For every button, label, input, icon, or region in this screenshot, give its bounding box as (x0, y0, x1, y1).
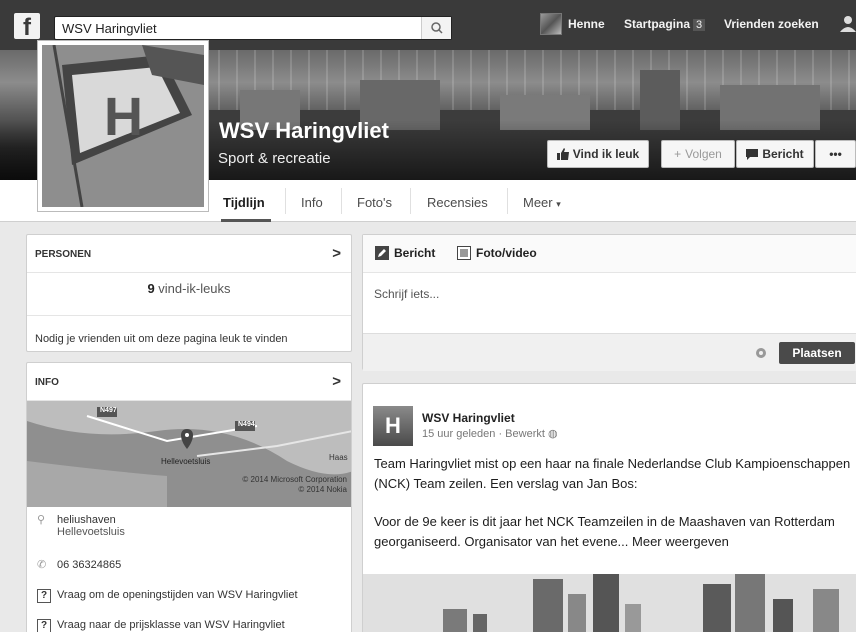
facebook-logo-icon[interactable]: f (14, 13, 40, 41)
svg-text:H: H (104, 87, 143, 147)
thumbs-up-icon (556, 148, 569, 160)
search-icon (431, 22, 443, 34)
map-town-label: Haas (329, 453, 348, 462)
tab-reviews[interactable]: Recensies (427, 195, 488, 210)
phone-row[interactable]: ✆ 06 36324865 (37, 558, 121, 571)
nav-home-label: Startpagina (624, 17, 691, 31)
nav-home[interactable]: Startpagina 3 (624, 17, 706, 31)
people-card: PERSONEN > 9 vind-ik-leuks Nodig je vrie… (26, 234, 352, 352)
post-author-name[interactable]: WSV Haringvliet (422, 411, 515, 425)
message-icon (746, 148, 759, 160)
post-timestamp: 15 uur geleden · Bewerkt (422, 428, 545, 440)
phone-number: 06 36324865 (57, 559, 122, 571)
people-card-title: PERSONEN (35, 249, 92, 260)
composer-tab-post-label: Bericht (394, 246, 436, 260)
composer-input[interactable]: Schrijf iets... (374, 287, 439, 301)
tab-divider (507, 188, 508, 214)
tab-photos[interactable]: Foto's (357, 195, 392, 210)
composer-footer: Plaatsen (363, 333, 856, 371)
composer-tab-post[interactable]: Bericht (375, 246, 435, 260)
ask-hours-label: Vraag om de openingstijden van WSV Harin… (57, 589, 298, 601)
chevron-right-icon: > (332, 245, 341, 262)
profile-flag-image: H (42, 45, 204, 207)
invite-friends-link[interactable]: Nodig je vrienden uit om deze pagina leu… (35, 333, 288, 345)
ask-price-label: Vraag naar de prijsklasse van WSV Haring… (57, 619, 285, 631)
tab-divider (410, 188, 411, 214)
post-meta: 15 uur geleden · Bewerkt ◍ (422, 427, 558, 440)
post-submit-button[interactable]: Plaatsen (779, 342, 855, 364)
map-credit: © 2014 Nokia (298, 485, 347, 494)
like-button[interactable]: Vind ik leuk (547, 140, 649, 168)
post-paragraph: Voor de 9e keer is dit jaar het NCK Team… (374, 512, 854, 552)
likes-count: 9 (147, 281, 155, 296)
globe-icon: ◍ (547, 428, 558, 440)
map-road-label: N497 (100, 407, 117, 414)
globe-icon[interactable] (755, 347, 767, 359)
chevron-right-icon: > (332, 373, 341, 390)
search-input[interactable]: WSV Haringvliet (54, 16, 452, 40)
map-city-label: Hellevoetsluis (161, 457, 211, 466)
post-author-avatar[interactable]: H (373, 406, 413, 446)
tab-active-indicator (221, 219, 271, 222)
likes-count-row[interactable]: 9 vind-ik-leuks (27, 281, 351, 296)
friends-icon[interactable] (840, 14, 856, 34)
map-credit: © 2014 Microsoft Corporation (242, 475, 347, 484)
address-line2: Hellevoetsluis (57, 526, 125, 538)
ask-hours-row[interactable]: ? Vraag om de openingstijden van WSV Hari… (37, 589, 298, 603)
likes-label: vind-ik-leuks (158, 281, 231, 296)
tab-more-label: Meer (523, 195, 553, 210)
composer-tab-photo-label: Foto/video (476, 246, 537, 260)
photo-icon (457, 246, 471, 260)
post-paragraph-text: Voor de 9e keer is dit jaar het NCK Team… (374, 514, 835, 549)
nav-home-count: 3 (693, 19, 706, 31)
tab-divider (341, 188, 342, 214)
post-image[interactable] (363, 574, 856, 632)
nav-find-friends[interactable]: Vrienden zoeken (724, 17, 819, 31)
see-more-link[interactable]: Meer weergeven (632, 534, 729, 549)
address-line1: heliushaven (57, 514, 116, 526)
map-road-label: N494 (238, 421, 255, 428)
ask-price-row[interactable]: ? Vraag naar de prijsklasse van WSV Harin… (37, 619, 285, 632)
tab-timeline[interactable]: Tijdlijn (223, 195, 265, 210)
question-icon: ? (37, 589, 51, 603)
message-button[interactable]: Bericht (736, 140, 814, 168)
more-actions-button[interactable]: ••• (815, 140, 856, 168)
profile-picture[interactable]: H (37, 40, 209, 212)
page-title: WSV Haringvliet (219, 118, 389, 143)
follow-button[interactable]: + Volgen (661, 140, 735, 168)
map-pin-icon: ⚲ (37, 514, 46, 526)
message-label: Bericht (762, 147, 804, 161)
composer-tabs: Bericht Foto/video (363, 235, 856, 273)
divider (27, 315, 351, 316)
post-paragraph: Team Haringvliet mist op een haar na fin… (374, 456, 851, 491)
nav-user-name[interactable]: Henne (568, 17, 605, 31)
user-avatar[interactable] (540, 13, 562, 35)
page-category[interactable]: Sport & recreatie (218, 150, 331, 167)
location-map[interactable]: N497 N494 Hellevoetsluis Haas © 2014 Mic… (27, 401, 351, 507)
search-value: WSV Haringvliet (62, 21, 157, 36)
chevron-down-icon: ▾ (556, 199, 561, 209)
post-composer: Bericht Foto/video Schrijf iets... Plaat… (362, 234, 856, 371)
people-card-header[interactable]: PERSONEN > (27, 235, 351, 273)
composer-tab-photo[interactable]: Foto/video (457, 246, 537, 260)
info-card-title: INFO (35, 377, 59, 388)
post-card: H WSV Haringvliet 15 uur geleden · Bewer… (362, 383, 856, 632)
follow-label: Volgen (685, 147, 722, 161)
tab-info[interactable]: Info (301, 195, 323, 210)
info-card: INFO > N497 N494 Hellevoetsluis Haas © 2… (26, 362, 352, 632)
phone-icon: ✆ (37, 559, 47, 571)
plus-icon: + (674, 147, 682, 161)
tab-more[interactable]: Meer ▾ (523, 195, 561, 210)
tab-divider (285, 188, 286, 214)
like-label: Vind ik leuk (572, 147, 640, 161)
search-button[interactable] (421, 17, 451, 39)
question-icon: ? (37, 619, 51, 632)
info-card-header[interactable]: INFO > (27, 363, 351, 401)
pencil-icon (375, 246, 389, 260)
address-row[interactable]: ⚲ heliushaven Hellevoetsluis (37, 513, 125, 538)
